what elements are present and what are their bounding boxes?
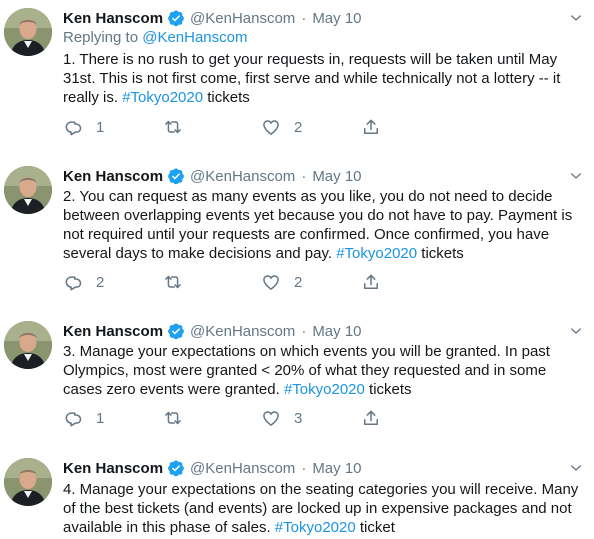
chevron-down-icon[interactable] — [568, 10, 584, 26]
author-name[interactable]: Ken Hanscom — [63, 168, 163, 185]
author-handle[interactable]: @KenHanscom — [190, 460, 295, 477]
like-count: 2 — [294, 273, 303, 291]
reply-icon — [65, 276, 82, 291]
tweet-date[interactable]: May 10 — [312, 460, 361, 477]
retweet-icon — [165, 120, 181, 134]
avatar[interactable] — [4, 458, 52, 506]
tweet-text: 2. You can request as many events as you… — [63, 187, 583, 263]
tweet-date[interactable]: May 10 — [312, 168, 361, 185]
chevron-down-icon[interactable] — [568, 460, 584, 476]
heart-icon — [263, 275, 279, 290]
replying-to: Replying to @KenHanscom — [63, 29, 248, 46]
verified-badge-icon — [168, 460, 184, 477]
verified-badge-icon — [168, 168, 184, 185]
tweet-text: 4. Manage your expectations on the seati… — [63, 480, 583, 537]
reply-count: 2 — [96, 273, 105, 291]
like-button[interactable]: 2 — [261, 272, 361, 292]
verified-badge-icon — [168, 10, 184, 27]
separator-dot: · — [301, 9, 307, 27]
hashtag-link[interactable]: #Tokyo2020 — [284, 381, 365, 398]
tweet-date[interactable]: May 10 — [312, 323, 361, 340]
retweet-button[interactable] — [163, 117, 261, 137]
reply-button[interactable]: 1 — [63, 408, 163, 428]
tweet-actions: 2 2 — [63, 272, 381, 292]
like-count: 2 — [294, 118, 303, 136]
hashtag-link[interactable]: #Tokyo2020 — [336, 245, 417, 262]
share-button[interactable] — [361, 117, 381, 137]
retweet-button[interactable] — [163, 408, 261, 428]
author-handle[interactable]: @KenHanscom — [190, 323, 295, 340]
retweet-icon — [165, 275, 181, 289]
hashtag-link[interactable]: #Tokyo2020 — [122, 89, 203, 106]
tweet-text-suffix: tickets — [203, 89, 250, 106]
share-button[interactable] — [361, 408, 381, 428]
tweet-text-suffix: ticket — [355, 519, 395, 536]
share-icon — [364, 410, 378, 425]
like-count: 3 — [294, 409, 303, 427]
chevron-down-icon[interactable] — [568, 323, 584, 339]
share-icon — [364, 274, 378, 289]
author-name[interactable]: Ken Hanscom — [63, 10, 163, 27]
replying-handle-link[interactable]: @KenHanscom — [142, 29, 247, 46]
chevron-down-icon[interactable] — [568, 168, 584, 184]
avatar[interactable] — [4, 166, 52, 214]
tweet-actions: 1 3 — [63, 408, 381, 428]
reply-button[interactable]: 1 — [63, 117, 163, 137]
tweet-text: 1. There is no rush to get your requests… — [63, 50, 583, 107]
tweet-text: 3. Manage your expectations on which eve… — [63, 342, 583, 399]
reply-count: 1 — [96, 118, 105, 136]
separator-dot: · — [301, 167, 307, 185]
author-name[interactable]: Ken Hanscom — [63, 460, 163, 477]
author-handle[interactable]: @KenHanscom — [190, 10, 295, 27]
tweet-date[interactable]: May 10 — [312, 10, 361, 27]
tweet-text-suffix: tickets — [417, 245, 464, 262]
avatar[interactable] — [4, 8, 52, 56]
avatar[interactable] — [4, 321, 52, 369]
author-name[interactable]: Ken Hanscom — [63, 323, 163, 340]
reply-button[interactable]: 2 — [63, 272, 163, 292]
heart-icon — [263, 120, 279, 135]
tweet-actions: 1 2 — [63, 117, 381, 137]
retweet-button[interactable] — [163, 272, 261, 292]
retweet-icon — [165, 411, 181, 425]
like-button[interactable]: 3 — [261, 408, 361, 428]
separator-dot: · — [301, 322, 307, 340]
reply-icon — [65, 412, 82, 427]
like-button[interactable]: 2 — [261, 117, 361, 137]
author-handle[interactable]: @KenHanscom — [190, 168, 295, 185]
share-button[interactable] — [361, 272, 381, 292]
share-icon — [364, 119, 378, 134]
reply-count: 1 — [96, 409, 105, 427]
reply-icon — [65, 121, 82, 136]
tweet-text-content: 2. You can request as many events as you… — [63, 188, 573, 262]
separator-dot: · — [301, 459, 307, 477]
heart-icon — [263, 411, 279, 426]
verified-badge-icon — [168, 323, 184, 340]
hashtag-link[interactable]: #Tokyo2020 — [275, 519, 356, 536]
replying-label: Replying to — [63, 29, 143, 46]
tweet-text-suffix: tickets — [364, 381, 412, 398]
